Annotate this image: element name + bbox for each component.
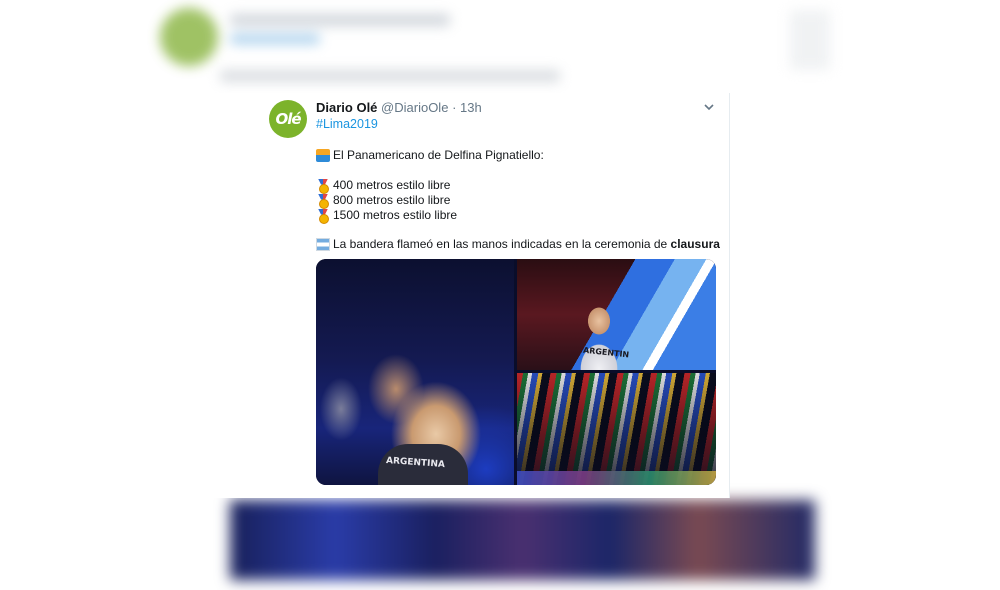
tweet-text-line: 400 metros estilo libre [316, 178, 451, 194]
blurred-background-photo [230, 500, 815, 580]
blurred-panel [790, 10, 830, 70]
media-grid: ARGENTINA ARGENTIN [316, 259, 716, 485]
tweet-text-bold: clausura [670, 237, 720, 251]
blurred-text [220, 70, 560, 82]
user-handle[interactable]: @DiarioOle [381, 100, 448, 115]
tweet-text: La bandera flameó en las manos indicadas… [333, 237, 671, 251]
avatar[interactable]: Olé [269, 100, 307, 138]
ole-logo: Olé [275, 110, 301, 128]
tweet-text-line: 1500 metros estilo libre [316, 208, 458, 224]
stage [517, 471, 716, 485]
blurred-text [230, 34, 320, 44]
photo-flag-bearer[interactable]: ARGENTIN [517, 259, 716, 370]
tweet-text: 1500 metros estilo libre [333, 208, 458, 222]
medal-icon [316, 193, 330, 209]
separator-dot: · [452, 100, 457, 115]
display-name[interactable]: Diario Olé [316, 100, 377, 115]
tweet-text-line: La bandera flameó en las manos indicadas… [316, 237, 720, 251]
blurred-text [230, 14, 450, 26]
athlete [569, 299, 629, 370]
blurred-previous-tweet [150, 0, 850, 92]
tweet-text: El Panamericano de Delfina Pignatiello: [333, 148, 544, 162]
tweet-text: 800 metros estilo libre [333, 193, 451, 207]
tweet-text-line: El Panamericano de Delfina Pignatiello: [316, 148, 544, 162]
photo-flags-parade[interactable] [517, 373, 716, 485]
tweet-text-line: 800 metros estilo libre [316, 193, 451, 209]
tweet-card[interactable]: Olé Diario Olé @DiarioOle · 13h #Lima201… [211, 93, 730, 498]
argentina-flag-icon [316, 237, 330, 251]
blurred-avatar [160, 8, 218, 66]
medal-icon [316, 178, 330, 194]
tweet-header: Diario Olé @DiarioOle · 13h [316, 100, 482, 115]
chevron-down-icon[interactable] [703, 101, 715, 113]
hashtag-link[interactable]: #Lima2019 [316, 117, 378, 131]
medal-icon [316, 208, 330, 224]
photo-ceremony-closeup[interactable]: ARGENTINA [316, 259, 514, 485]
tweet-text: 400 metros estilo libre [333, 178, 451, 192]
photo-shade [517, 373, 716, 485]
tweet-timestamp[interactable]: 13h [460, 100, 482, 115]
swimmer-icon [316, 148, 330, 162]
